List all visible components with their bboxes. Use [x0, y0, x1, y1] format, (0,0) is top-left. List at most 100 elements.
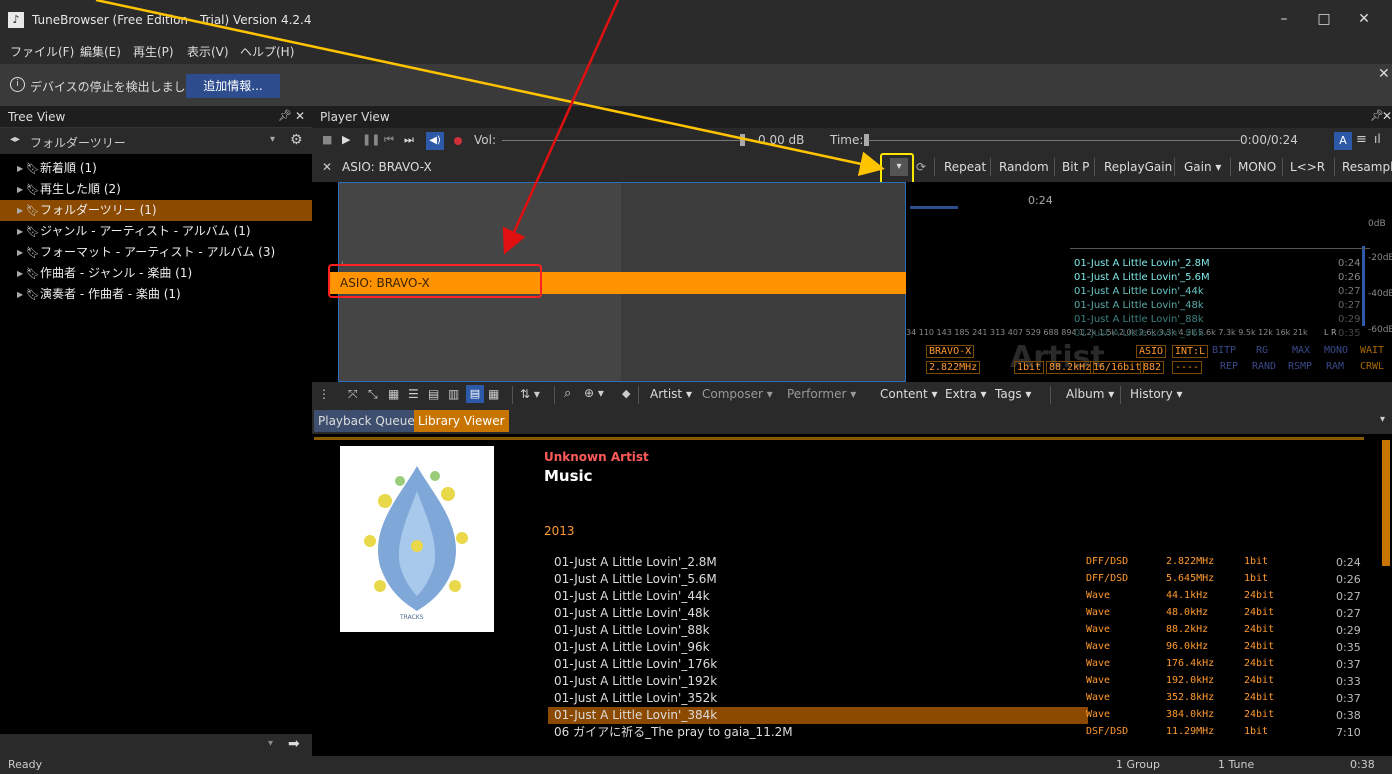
expand-arrows-icon[interactable]: ◂▸: [10, 134, 20, 145]
device-close-icon[interactable]: ✕: [322, 160, 332, 174]
repeat-button[interactable]: Repeat: [944, 160, 986, 174]
next-icon[interactable]: ⏭: [404, 133, 414, 147]
vis-track-time: 0:27: [1338, 300, 1361, 311]
bookmark-icon: 🔖︎: [26, 246, 40, 259]
track-row[interactable]: 01-Just A Little Lovin'_88k: [548, 622, 1088, 639]
performer-menu[interactable]: Performer ▾: [787, 387, 856, 401]
track-row[interactable]: 01-Just A Little Lovin'_5.6M: [548, 571, 1088, 588]
tab-playback-queue[interactable]: Playback Queue: [314, 410, 419, 432]
minimize-button[interactable]: –: [1264, 6, 1304, 32]
track-row[interactable]: 01-Just A Little Lovin'_44k: [548, 588, 1088, 605]
track-row[interactable]: 01-Just A Little Lovin'_192k: [548, 673, 1088, 690]
tree-item-played[interactable]: ▶ 🔖︎ 再生した順 (2): [0, 179, 312, 200]
track-row[interactable]: 01-Just A Little Lovin'_2.8M: [548, 554, 1088, 571]
record-icon[interactable]: [454, 137, 462, 145]
tree-mode-label[interactable]: フォルダーツリー: [30, 134, 126, 151]
tree-list: ▶ 🔖︎ 新着順 (1) ▶ 🔖︎ 再生した順 (2) ▶ 🔖︎ フォルダーツリー (1) …: [0, 154, 312, 734]
vis-track-time: 0:24: [1338, 258, 1361, 269]
shrink-icon[interactable]: ⤡: [368, 387, 378, 402]
expand-icon[interactable]: ⤧: [348, 387, 358, 402]
menu-play[interactable]: 再生(P): [133, 43, 174, 60]
speaker-icon[interactable]: ◀): [426, 132, 444, 150]
tree-item-genre[interactable]: ▶ 🔖︎ ジャンル - アーティスト - アルバム (1): [0, 221, 312, 242]
chart-icon[interactable]: ıl: [1374, 132, 1381, 146]
pause-icon[interactable]: ❚❚: [362, 133, 380, 146]
vis-track-name: 01-Just A Little Lovin'_44k: [1074, 286, 1204, 297]
random-button[interactable]: Random: [999, 160, 1049, 174]
maximize-button[interactable]: □: [1304, 6, 1344, 32]
arrow-right-icon[interactable]: ➡: [288, 736, 300, 752]
list-icon[interactable]: ≡: [1356, 132, 1367, 147]
list-view-icon[interactable]: ☰: [408, 387, 419, 401]
sort-icon[interactable]: ⇅ ▾: [520, 387, 540, 401]
tree-item-format[interactable]: ▶ 🔖︎ フォーマット - アーティスト - アルバム (3): [0, 242, 312, 263]
menu-help[interactable]: ヘルプ(H): [240, 43, 294, 60]
track-rate: 192.0kHz: [1166, 675, 1215, 686]
album-cover[interactable]: TRACKS: [340, 446, 494, 632]
player-close-icon[interactable]: ✕: [1382, 109, 1392, 123]
track-row[interactable]: 01-Just A Little Lovin'_176k: [548, 656, 1088, 673]
track-row[interactable]: 01-Just A Little Lovin'_96k: [548, 639, 1088, 656]
album-view-icon[interactable]: ▤: [466, 385, 484, 403]
track-format: Wave: [1086, 624, 1111, 635]
tile-view-icon[interactable]: ▦: [488, 387, 499, 401]
time-slider[interactable]: [868, 140, 1240, 141]
more-info-button[interactable]: 追加情報...: [186, 74, 280, 98]
mono-button[interactable]: MONO: [1238, 160, 1276, 174]
close-button[interactable]: ✕: [1344, 6, 1384, 32]
album-menu[interactable]: Album ▾: [1066, 387, 1114, 401]
history-menu[interactable]: History ▾: [1130, 387, 1183, 401]
pin-icon[interactable]: 📌︎: [278, 109, 292, 122]
menu-file[interactable]: ファイル(F): [10, 43, 74, 60]
play-icon[interactable]: ▶: [342, 133, 350, 146]
menu-edit[interactable]: 編集(E): [80, 43, 121, 60]
info-rep: REP: [1220, 361, 1239, 372]
content-menu[interactable]: Content ▾: [880, 387, 938, 401]
volume-thumb[interactable]: [740, 134, 745, 146]
column-icon[interactable]: ⋮: [318, 387, 330, 401]
track-time: 0:26: [1336, 573, 1361, 586]
tree-close-icon[interactable]: ✕: [295, 109, 305, 123]
compact-view-icon[interactable]: ▥: [448, 387, 459, 401]
album-artist[interactable]: Unknown Artist: [544, 450, 649, 464]
album-title[interactable]: Music: [544, 467, 593, 485]
track-row[interactable]: 06 ガイアに祈る_The pray to gaia_11.2M: [548, 724, 1088, 741]
resample-button[interactable]: Resample: [1342, 160, 1392, 174]
chevron-down-icon[interactable]: ▾: [270, 134, 275, 145]
track-rate: 384.0kHz: [1166, 709, 1215, 720]
tab-library-viewer[interactable]: Library Viewer: [414, 410, 509, 432]
device-selector[interactable]: ASIO: BRAVO-X: [342, 160, 432, 174]
chevron-down-icon[interactable]: ▾: [268, 738, 273, 749]
gear-icon[interactable]: ⚙: [290, 132, 303, 148]
chevron-down-icon[interactable]: ▾: [1380, 414, 1385, 425]
composer-menu[interactable]: Composer ▾: [702, 387, 773, 401]
stop-icon[interactable]: ■: [322, 133, 332, 146]
replaygain-button[interactable]: ReplayGain: [1104, 160, 1172, 174]
grid-icon[interactable]: ▦: [388, 387, 399, 401]
filter-icon[interactable]: ◆: [622, 387, 630, 400]
track-row[interactable]: 01-Just A Little Lovin'_352k: [548, 690, 1088, 707]
font-icon[interactable]: A: [1334, 132, 1352, 150]
advanced-search-icon[interactable]: ⊕ ▾: [584, 386, 604, 400]
menu-view[interactable]: 表示(V): [187, 43, 229, 60]
track-row[interactable]: 01-Just A Little Lovin'_384k: [548, 707, 1088, 724]
search-icon[interactable]: ⌕: [564, 386, 571, 401]
artist-menu[interactable]: Artist ▾: [650, 387, 692, 401]
tree-item-new[interactable]: ▶ 🔖︎ 新着順 (1): [0, 158, 312, 179]
info-crwl: CRWL: [1360, 361, 1385, 372]
detail-view-icon[interactable]: ▤: [428, 387, 439, 401]
track-row[interactable]: 01-Just A Little Lovin'_48k: [548, 605, 1088, 622]
gain-button[interactable]: Gain ▾: [1184, 160, 1221, 174]
notification-close-icon[interactable]: ✕: [1378, 66, 1390, 82]
tags-menu[interactable]: Tags ▾: [995, 387, 1031, 401]
bitp-button[interactable]: Bit P: [1062, 160, 1089, 174]
prev-icon[interactable]: ⏮: [384, 133, 394, 147]
refresh-icon[interactable]: ⟳: [916, 160, 926, 174]
volume-slider[interactable]: [502, 140, 742, 141]
tree-item-composer[interactable]: ▶ 🔖︎ 作曲者 - ジャンル - 楽曲 (1): [0, 263, 312, 284]
tree-item-folder[interactable]: ▶ 🔖︎ フォルダーツリー (1): [0, 200, 312, 221]
tree-item-performer[interactable]: ▶ 🔖︎ 演奏者 - 作曲者 - 楽曲 (1): [0, 284, 312, 305]
lr-swap-button[interactable]: L<>R: [1290, 160, 1325, 174]
scrollbar-thumb[interactable]: [1382, 440, 1390, 566]
extra-menu[interactable]: Extra ▾: [945, 387, 987, 401]
